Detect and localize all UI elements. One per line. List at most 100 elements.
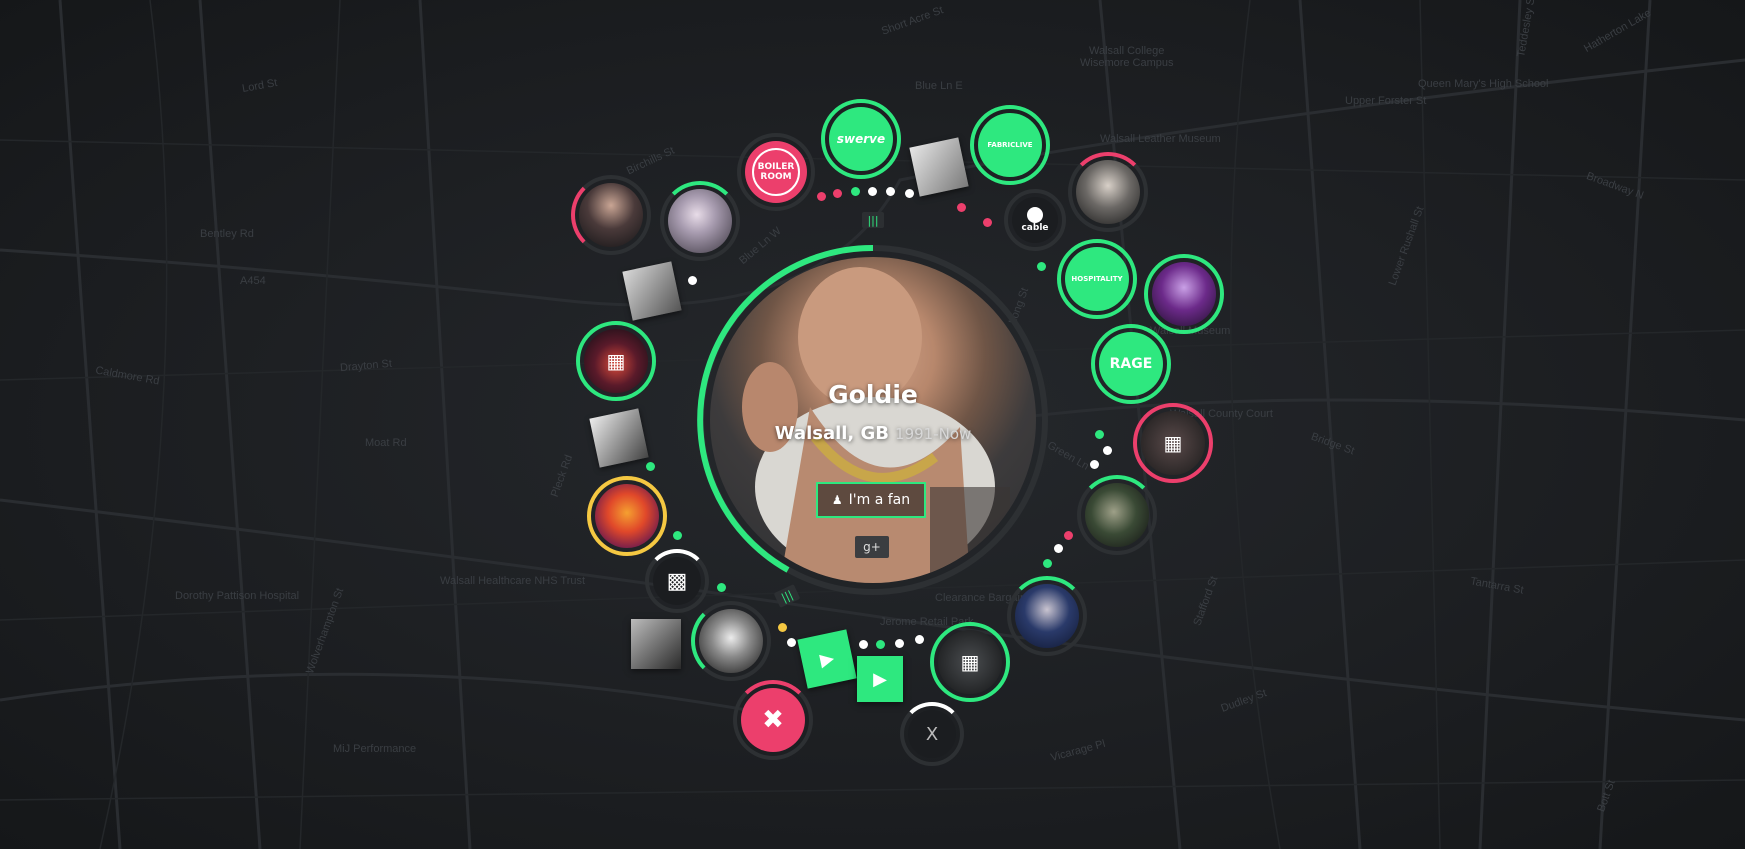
timeline-dot[interactable] (778, 623, 787, 632)
artist-name: Goldie (828, 380, 918, 409)
release-artwork (595, 484, 659, 548)
map-label: A454 (240, 275, 266, 287)
label-logo-icon: ✖ (762, 705, 784, 735)
map-label: Upper Forster St (1345, 95, 1427, 107)
timeline-dot[interactable] (717, 583, 726, 592)
photo-thumbnail[interactable] (631, 619, 681, 669)
timeline-dot[interactable] (688, 276, 697, 285)
calendar-icon: ▦ (606, 349, 626, 373)
event-thumbnail: ▦ (1141, 411, 1205, 475)
boiler-room-label: BOILER ROOM (752, 148, 800, 196)
timeline-dot[interactable] (868, 187, 877, 196)
artist-profile-circle[interactable]: Goldie Walsall, GB 1991-Now ♟ I'm a fan g+ (693, 240, 1053, 600)
map-label: Walsall Leather Museum (1100, 133, 1221, 145)
hospitality-label: HOSPITALITY (1071, 275, 1123, 283)
artist-location: Walsall, GB (774, 423, 890, 444)
avatar (1015, 584, 1079, 648)
event-node[interactable]: ▦ (576, 321, 656, 401)
timeline-dot[interactable] (833, 189, 842, 198)
swerve-label: swerve (836, 132, 886, 146)
avatar (579, 183, 643, 247)
map-label: Blue Ln E (915, 80, 963, 92)
label-node[interactable]: ▩ (645, 549, 709, 613)
artist-avatar-node[interactable] (1077, 475, 1157, 555)
venue-node-fabriclive[interactable]: FABRICLIVE (970, 105, 1050, 185)
map-label: Wisemore Campus (1080, 57, 1174, 69)
timeline-dot[interactable] (859, 640, 868, 649)
calendar-icon: ▦ (1163, 431, 1183, 455)
timeline-dot[interactable] (1064, 531, 1073, 540)
label-logo: Χ (908, 710, 956, 758)
artist-avatar-node[interactable] (1068, 152, 1148, 232)
venue-node-cable[interactable]: cable (1004, 189, 1066, 251)
label-node[interactable]: Χ (900, 702, 964, 766)
fan-button[interactable]: ♟ I'm a fan (816, 482, 926, 518)
map-label: Queen Mary's High School (1418, 78, 1549, 90)
timeline-dot[interactable] (1043, 559, 1052, 568)
timeline-dot[interactable] (851, 187, 860, 196)
artist-avatar-node[interactable] (660, 181, 740, 261)
timeline-dot[interactable] (673, 531, 682, 540)
timeline-dot[interactable] (1037, 262, 1046, 271)
event-thumbnail: ▦ (584, 329, 648, 393)
event-node[interactable]: ▦ (1133, 403, 1213, 483)
video-tile[interactable]: ▶ (857, 656, 903, 702)
artist-portrait-graphic (742, 267, 1010, 583)
play-icon: ▶ (873, 668, 887, 690)
timeline-dot[interactable] (817, 192, 826, 201)
timeline-dot[interactable] (915, 635, 924, 644)
timeline-dot[interactable] (876, 640, 885, 649)
avatar (1152, 262, 1216, 326)
timeline-dot[interactable] (1054, 544, 1063, 553)
timeline-dot[interactable] (1103, 446, 1112, 455)
timeline-dot[interactable] (886, 187, 895, 196)
venue-node-hospitality[interactable]: HOSPITALITY (1057, 239, 1137, 319)
avatar (1085, 483, 1149, 547)
cable-label: cable (1021, 223, 1049, 233)
avatar (1076, 160, 1140, 224)
swerve-logo: swerve (829, 107, 893, 171)
artist-photo: Goldie Walsall, GB 1991-Now ♟ I'm a fan g+ (710, 257, 1036, 583)
rage-logo: RAGE (1099, 332, 1163, 396)
artist-map-stage: A454 Walsall College Wisemore Campus Que… (0, 0, 1745, 849)
gplus-share-button[interactable]: g+ (855, 536, 889, 558)
venue-node-swerve[interactable]: swerve (821, 99, 901, 179)
cable-logo: cable (1012, 197, 1058, 243)
boiler-room-logo: BOILER ROOM (745, 141, 807, 203)
avatar (668, 189, 732, 253)
photo-thumbnail[interactable] (622, 261, 682, 321)
event-node[interactable]: ▦ (930, 622, 1010, 702)
calendar-icon: ▦ (960, 650, 980, 674)
artist-avatar-node[interactable] (691, 601, 771, 681)
label-logo: ✖ (741, 688, 805, 752)
photo-thumbnail[interactable] (589, 408, 649, 468)
timeline-dot[interactable] (895, 639, 904, 648)
timeline-dot[interactable] (1095, 430, 1104, 439)
release-node[interactable] (587, 476, 667, 556)
map-label: Walsall Healthcare NHS Trust (440, 575, 586, 587)
label-node[interactable]: ✖ (733, 680, 813, 760)
artist-avatar-node[interactable] (1144, 254, 1224, 334)
avatar (699, 609, 763, 673)
timeline-marker-top[interactable]: ||| (862, 212, 884, 228)
artist-avatar-node[interactable] (1007, 576, 1087, 656)
timeline-dot[interactable] (646, 462, 655, 471)
label-logo: ▩ (653, 557, 701, 605)
hospitality-logo: HOSPITALITY (1065, 247, 1129, 311)
photo-thumbnail[interactable] (909, 137, 969, 197)
artist-location-line: Walsall, GB 1991-Now (710, 423, 1036, 444)
map-label: Bentley Rd (200, 228, 254, 240)
video-tile[interactable]: ▶ (797, 629, 857, 689)
timeline-dot[interactable] (787, 638, 796, 647)
map-label: Dorothy Pattison Hospital (175, 590, 300, 602)
event-thumbnail: ▦ (938, 630, 1002, 694)
timeline-dot[interactable] (1090, 460, 1099, 469)
fabriclive-logo: FABRICLIVE (978, 113, 1042, 177)
artist-avatar-node[interactable] (571, 175, 651, 255)
timeline-dot[interactable] (905, 189, 914, 198)
venue-node-boiler-room[interactable]: BOILER ROOM (737, 133, 815, 211)
timeline-dot[interactable] (957, 203, 966, 212)
timeline-dot[interactable] (983, 218, 992, 227)
artist-years: 1991-Now (895, 425, 972, 443)
venue-node-rage[interactable]: RAGE (1091, 324, 1171, 404)
